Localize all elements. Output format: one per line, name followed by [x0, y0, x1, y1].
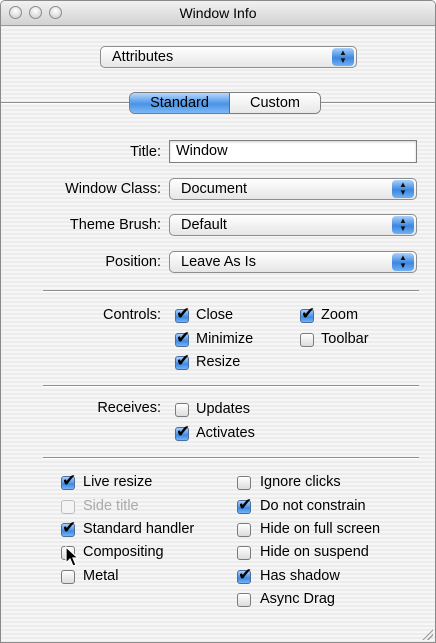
- minimize-checkbox-label[interactable]: Minimize: [196, 331, 253, 347]
- hide-on-full-screen-checkbox[interactable]: [237, 523, 251, 537]
- attributes-popup-value: Attributes: [112, 49, 174, 65]
- up-down-arrows-icon: ▲ ▼: [392, 253, 414, 271]
- tab-custom[interactable]: Custom: [230, 93, 320, 113]
- compositing-label[interactable]: Compositing: [83, 544, 164, 560]
- hide-on-suspend-checkbox[interactable]: [237, 546, 251, 560]
- window-title: Window Info: [179, 5, 257, 21]
- zoom-checkbox[interactable]: [300, 304, 315, 324]
- title-bar[interactable]: Window Info: [1, 1, 435, 26]
- close-checkbox-label[interactable]: Close: [196, 307, 233, 323]
- metal-checkbox[interactable]: [61, 570, 75, 584]
- up-down-arrows-icon: ▲ ▼: [392, 216, 414, 234]
- segmented-control[interactable]: Standard Custom: [129, 92, 321, 114]
- standard-handler-label[interactable]: Standard handler: [83, 521, 194, 537]
- attributes-popup[interactable]: Attributes ▲ ▼: [100, 46, 357, 68]
- tab-standard[interactable]: Standard: [130, 93, 230, 113]
- window-class-label: Window Class:: [65, 181, 161, 197]
- theme-brush-value: Default: [181, 217, 227, 233]
- has-shadow-label[interactable]: Has shadow: [260, 568, 340, 584]
- side-title-checkbox: [61, 500, 75, 514]
- updates-checkbox-label[interactable]: Updates: [196, 401, 250, 417]
- controls-label: Controls:: [102, 307, 161, 323]
- hide-on-suspend-label[interactable]: Hide on suspend: [260, 544, 369, 560]
- theme-brush-popup[interactable]: Default ▲ ▼: [169, 214, 417, 236]
- close-checkbox[interactable]: [175, 304, 190, 324]
- position-label: Position:: [105, 254, 161, 270]
- do-not-constrain-checkbox[interactable]: [237, 495, 252, 515]
- resize-checkbox[interactable]: [175, 351, 190, 371]
- has-shadow-checkbox[interactable]: [237, 565, 252, 585]
- updates-checkbox[interactable]: [175, 403, 189, 417]
- toolbar-checkbox[interactable]: [300, 333, 314, 347]
- ignore-clicks-checkbox[interactable]: [237, 476, 251, 490]
- activates-checkbox-label[interactable]: Activates: [196, 425, 255, 441]
- up-down-arrows-icon: ▲ ▼: [332, 48, 354, 66]
- position-popup[interactable]: Leave As Is ▲ ▼: [169, 251, 417, 273]
- window-class-popup[interactable]: Document ▲ ▼: [169, 178, 417, 200]
- activates-checkbox[interactable]: [175, 422, 190, 442]
- separator: [43, 290, 419, 292]
- position-value: Leave As Is: [181, 254, 256, 270]
- live-resize-checkbox[interactable]: [61, 471, 76, 491]
- separator: [43, 385, 419, 387]
- separator: [43, 457, 419, 459]
- live-resize-label[interactable]: Live resize: [83, 474, 152, 490]
- receives-label: Receives:: [97, 400, 161, 416]
- resize-checkbox-label[interactable]: Resize: [196, 354, 240, 370]
- metal-label[interactable]: Metal: [83, 568, 118, 584]
- toolbar-checkbox-label[interactable]: Toolbar: [321, 331, 369, 347]
- minimize-checkbox[interactable]: [175, 328, 190, 348]
- theme-brush-label: Theme Brush:: [69, 217, 161, 233]
- up-down-arrows-icon: ▲ ▼: [392, 180, 414, 198]
- title-field[interactable]: Window: [169, 140, 417, 163]
- window-class-value: Document: [181, 181, 248, 197]
- hide-on-full-screen-label[interactable]: Hide on full screen: [260, 521, 380, 537]
- async-drag-label[interactable]: Async Drag: [260, 591, 335, 607]
- async-drag-checkbox[interactable]: [237, 593, 251, 607]
- side-title-label: Side title: [83, 498, 139, 514]
- mouse-pointer-icon: [65, 546, 80, 567]
- resize-grip[interactable]: [421, 628, 433, 640]
- standard-handler-checkbox[interactable]: [61, 518, 76, 538]
- zoom-checkbox-label[interactable]: Zoom: [321, 307, 358, 323]
- window-info-panel: Window Info Attributes ▲ ▼ Standard Custo…: [0, 0, 436, 643]
- title-label: Title:: [130, 144, 161, 160]
- ignore-clicks-label[interactable]: Ignore clicks: [260, 474, 341, 490]
- do-not-constrain-label[interactable]: Do not constrain: [260, 498, 366, 514]
